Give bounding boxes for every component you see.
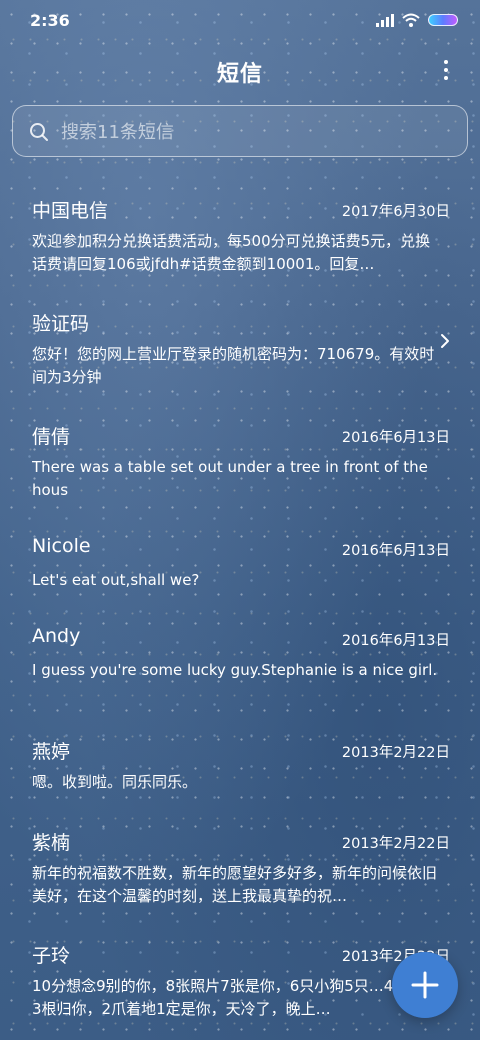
search-icon — [30, 123, 48, 141]
message-preview: There was a table set out under a tree i… — [32, 458, 428, 499]
message-item[interactable]: 燕婷 2013年2月22日 嗯。收到啦。同乐同乐。 — [0, 737, 480, 797]
search-input[interactable] — [59, 106, 453, 158]
message-item[interactable]: 中国电信 2017年6月30日 欢迎参加积分兑换话费活动，每500分可兑换话费5… — [0, 196, 480, 276]
message-sender: Nicole — [32, 535, 91, 557]
signal-icon — [376, 14, 394, 27]
message-item[interactable]: 倩倩 2016年6月13日 There was a table set out … — [0, 422, 480, 502]
message-date: 2013年2月22日 — [341, 745, 450, 761]
message-preview: 欢迎参加积分兑换话费活动，每500分可兑换话费5元，兑换话费请回复106或jfd… — [32, 232, 431, 273]
message-preview: 您好！您的网上营业厅登录的随机密码为：710679。有效时间为3分钟 — [32, 345, 435, 386]
status-bar: 2:36 — [0, 0, 480, 40]
plus-icon — [411, 971, 439, 999]
message-sender: 子玲 — [32, 945, 71, 967]
message-sender: 紫楠 — [32, 832, 71, 854]
message-preview: Let's eat out,shall we? — [32, 571, 200, 589]
wifi-icon — [402, 13, 420, 27]
message-preview: 10分想念9别的你，8张照片7张是你，6只小狗5只…4根骨头3根归你，2爪着地1… — [32, 977, 439, 1018]
message-item[interactable]: Nicole 2016年6月13日 Let's eat out,shall we… — [0, 535, 480, 595]
new-message-button[interactable] — [392, 952, 458, 1018]
message-item[interactable]: 紫楠 2013年2月22日 新年的祝福数不胜数，新年的愿望好多好多，新年的问候依… — [0, 828, 480, 908]
message-item[interactable]: Andy 2016年6月13日 I guess you're some luck… — [0, 625, 480, 705]
message-sender: 验证码 — [32, 313, 90, 335]
message-sender: 中国电信 — [32, 200, 109, 222]
status-time: 2:36 — [30, 11, 70, 30]
chevron-right-icon — [441, 334, 449, 348]
battery-icon — [428, 14, 458, 26]
message-item[interactable]: 验证码 您好！您的网上营业厅登录的随机密码为：710679。有效时间为3分钟 — [0, 309, 480, 389]
message-sender: 倩倩 — [32, 426, 71, 448]
more-vertical-icon[interactable] — [442, 58, 450, 82]
message-date: 2017年6月30日 — [341, 204, 450, 220]
message-date: 2013年2月22日 — [341, 836, 450, 852]
message-sender: 燕婷 — [32, 741, 71, 763]
app-header: 短信 — [0, 50, 480, 90]
message-date: 2016年6月13日 — [341, 430, 450, 446]
message-preview: I guess you're some lucky guy.Stephanie … — [32, 661, 438, 679]
message-preview: 嗯。收到啦。同乐同乐。 — [32, 773, 198, 791]
search-bar[interactable] — [12, 105, 468, 158]
message-preview: 新年的祝福数不胜数，新年的愿望好多好多，新年的问候依旧美好，在这个温馨的时刻，送… — [32, 864, 438, 905]
message-date: 2016年6月13日 — [341, 543, 450, 559]
message-sender: Andy — [32, 625, 81, 647]
page-title: 短信 — [216, 62, 263, 87]
message-date: 2016年6月13日 — [341, 633, 450, 649]
